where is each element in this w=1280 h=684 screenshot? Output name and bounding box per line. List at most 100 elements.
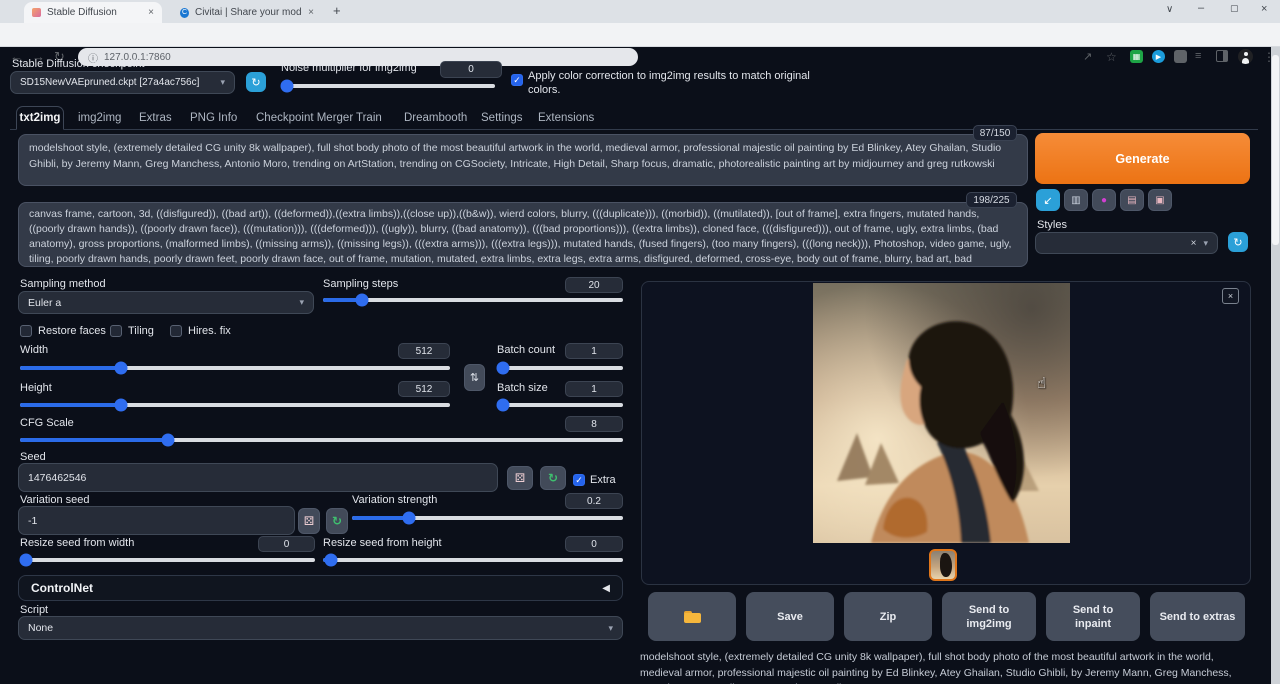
sampling-method-dropdown[interactable]: Euler a ▾ bbox=[18, 291, 314, 314]
reading-list-icon[interactable]: ≡ bbox=[1195, 50, 1201, 62]
negative-prompt-textarea[interactable]: canvas frame, cartoon, 3d, ((disfigured)… bbox=[18, 202, 1028, 267]
side-panel-icon[interactable] bbox=[1216, 50, 1228, 62]
extension-blue-icon[interactable]: ▶ bbox=[1152, 50, 1165, 63]
apply-style-button[interactable]: ▤ bbox=[1120, 189, 1144, 211]
slider-knob[interactable] bbox=[161, 434, 174, 447]
resize-seed-height-slider[interactable] bbox=[323, 558, 623, 562]
hires-fix-checkbox[interactable] bbox=[170, 325, 182, 337]
bookmark-star-icon[interactable]: ☆ bbox=[1106, 50, 1117, 64]
height-value[interactable]: 512 bbox=[398, 381, 450, 397]
window-chevron-icon[interactable]: ∨ bbox=[1166, 4, 1173, 15]
arrow-down-left-icon: ↙ bbox=[1043, 194, 1052, 207]
extensions-puzzle-icon[interactable] bbox=[1174, 50, 1187, 63]
slider-knob[interactable] bbox=[497, 362, 510, 375]
clear-styles-icon[interactable]: × bbox=[1191, 238, 1197, 249]
tab-close-icon[interactable]: × bbox=[148, 7, 154, 18]
tab-img2img[interactable]: img2img bbox=[78, 112, 121, 124]
generate-button[interactable]: Generate bbox=[1035, 133, 1250, 184]
window-minimize-icon[interactable]: – bbox=[1198, 2, 1204, 14]
tab-extras[interactable]: Extras bbox=[139, 112, 172, 124]
refresh-styles-button[interactable]: ↻ bbox=[1228, 232, 1248, 252]
width-slider[interactable] bbox=[20, 366, 450, 370]
gallery-thumbnail[interactable] bbox=[929, 549, 957, 581]
noise-multiplier-slider[interactable] bbox=[281, 84, 495, 88]
slider-knob[interactable] bbox=[402, 512, 415, 525]
color-correction-checkbox[interactable]: ✓ bbox=[511, 74, 523, 86]
styles-dropdown[interactable]: × ▾ bbox=[1035, 232, 1218, 254]
slider-knob[interactable] bbox=[115, 362, 128, 375]
page-scrollbar[interactable] bbox=[1271, 47, 1280, 684]
slider-knob[interactable] bbox=[281, 80, 294, 93]
tab-png-info[interactable]: PNG Info bbox=[190, 112, 237, 124]
extra-networks-button[interactable]: ● bbox=[1092, 189, 1116, 211]
variation-seed-input[interactable]: -1 bbox=[18, 506, 295, 535]
window-close-icon[interactable]: × bbox=[1261, 3, 1267, 15]
reuse-seed-button[interactable]: ↻ bbox=[540, 466, 566, 490]
sampling-steps-value[interactable]: 20 bbox=[565, 277, 623, 293]
styles-label: Styles bbox=[1037, 219, 1067, 231]
share-icon[interactable]: ↗ bbox=[1083, 50, 1092, 63]
extension-green-icon[interactable]: ▦ bbox=[1130, 50, 1143, 63]
slider-knob[interactable] bbox=[20, 554, 33, 567]
cfg-scale-slider[interactable] bbox=[20, 438, 623, 442]
extra-seed-checkbox[interactable]: ✓ bbox=[573, 474, 585, 486]
window-restore-icon[interactable]: ▢ bbox=[1230, 3, 1239, 14]
profile-avatar[interactable] bbox=[1238, 49, 1253, 64]
prompt-textarea[interactable]: modelshoot style, (extremely detailed CG… bbox=[18, 134, 1028, 186]
scrollbar-thumb[interactable] bbox=[1272, 55, 1279, 245]
send-to-img2img-button[interactable]: Send to img2img bbox=[942, 592, 1036, 641]
slider-knob[interactable] bbox=[115, 399, 128, 412]
read-params-button[interactable]: ↙ bbox=[1036, 189, 1060, 211]
tab-dreambooth[interactable]: Dreambooth bbox=[404, 112, 467, 124]
browser-tab-stable-diffusion[interactable]: Stable Diffusion × bbox=[24, 2, 162, 23]
browser-tab-civitai[interactable]: C Civitai | Share your models × bbox=[172, 2, 322, 23]
tab-extensions[interactable]: Extensions bbox=[538, 112, 594, 124]
zip-button[interactable]: Zip bbox=[844, 592, 932, 641]
tab-checkpoint-merger[interactable]: Checkpoint Merger bbox=[256, 112, 353, 124]
slider-knob[interactable] bbox=[356, 294, 369, 307]
resize-seed-height-value[interactable]: 0 bbox=[565, 536, 623, 552]
hires-fix-label: Hires. fix bbox=[188, 325, 231, 337]
save-style-button[interactable]: ▣ bbox=[1148, 189, 1172, 211]
reuse-variation-seed-button[interactable]: ↻ bbox=[326, 508, 348, 534]
width-value[interactable]: 512 bbox=[398, 343, 450, 359]
send-to-extras-button[interactable]: Send to extras bbox=[1150, 592, 1245, 641]
controlnet-accordion[interactable]: ControlNet ◀ bbox=[18, 575, 623, 601]
restore-faces-checkbox[interactable] bbox=[20, 325, 32, 337]
random-seed-button[interactable]: ⚄ bbox=[507, 466, 533, 490]
slider-knob[interactable] bbox=[325, 554, 338, 567]
tab-settings[interactable]: Settings bbox=[481, 112, 523, 124]
batch-count-slider[interactable] bbox=[497, 366, 623, 370]
new-tab-button[interactable]: + bbox=[333, 3, 341, 18]
send-to-inpaint-button[interactable]: Send to inpaint bbox=[1046, 592, 1140, 641]
checkpoint-dropdown[interactable]: SD15NewVAEpruned.ckpt [27a4ac756c] ▾ bbox=[10, 71, 235, 94]
cfg-scale-value[interactable]: 8 bbox=[565, 416, 623, 432]
save-button[interactable]: Save bbox=[746, 592, 834, 641]
noise-multiplier-value[interactable]: 0 bbox=[440, 61, 502, 78]
batch-count-value[interactable]: 1 bbox=[565, 343, 623, 359]
refresh-checkpoint-button[interactable]: ↻ bbox=[246, 72, 266, 92]
tab-txt2img[interactable]: txt2img bbox=[16, 106, 64, 130]
resize-seed-width-value[interactable]: 0 bbox=[258, 536, 315, 552]
generated-image[interactable] bbox=[813, 283, 1070, 543]
tab-train[interactable]: Train bbox=[356, 112, 382, 124]
batch-size-value[interactable]: 1 bbox=[565, 381, 623, 397]
variation-strength-slider[interactable] bbox=[352, 516, 623, 520]
recycle-icon: ↻ bbox=[548, 471, 558, 485]
clear-prompt-button[interactable]: ▥ bbox=[1064, 189, 1088, 211]
tab-close-icon[interactable]: × bbox=[308, 7, 314, 18]
height-slider[interactable] bbox=[20, 403, 450, 407]
slider-knob[interactable] bbox=[497, 399, 510, 412]
resize-seed-width-slider[interactable] bbox=[20, 558, 315, 562]
seed-input[interactable]: 1476462546 bbox=[18, 463, 498, 492]
script-dropdown[interactable]: None ▾ bbox=[18, 616, 623, 640]
swap-dimensions-button[interactable]: ⇅ bbox=[464, 364, 485, 391]
batch-size-slider[interactable] bbox=[497, 403, 623, 407]
sampling-steps-slider[interactable] bbox=[323, 298, 623, 302]
close-gallery-button[interactable]: × bbox=[1222, 288, 1239, 304]
tiling-checkbox[interactable] bbox=[110, 325, 122, 337]
variation-strength-value[interactable]: 0.2 bbox=[565, 493, 623, 509]
resize-seed-width-label: Resize seed from width bbox=[20, 537, 134, 549]
random-variation-seed-button[interactable]: ⚄ bbox=[298, 508, 320, 534]
open-folder-button[interactable] bbox=[648, 592, 736, 641]
